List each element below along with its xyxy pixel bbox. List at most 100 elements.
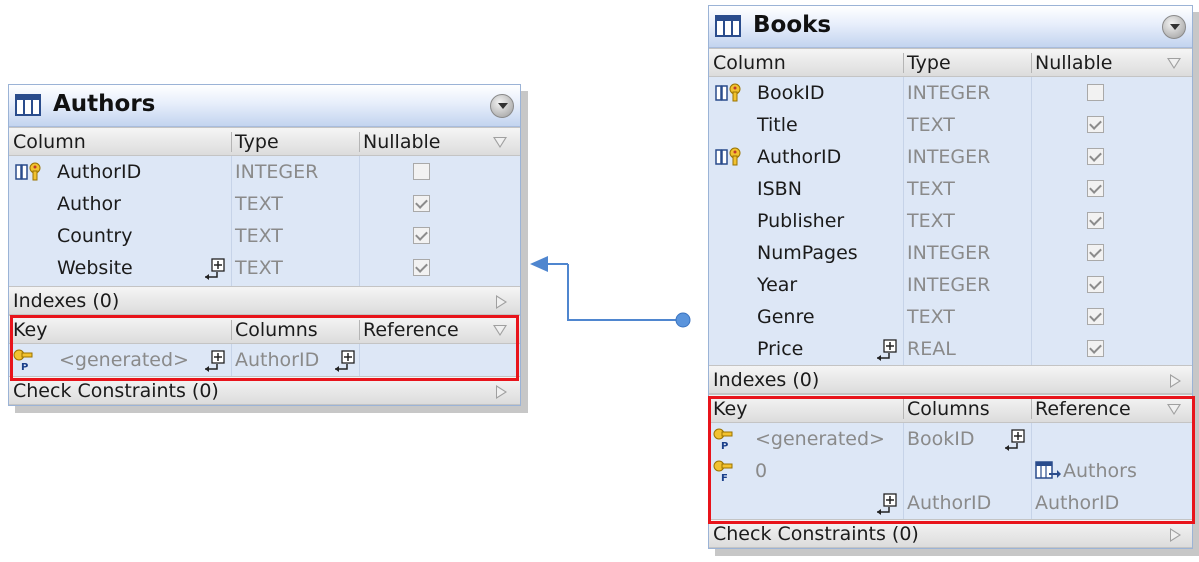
key-row[interactable]: P <generated> AuthorID [9,344,520,376]
columns-section-header[interactable]: Column Type Nullable [9,127,520,156]
key-columns[interactable]: AuthorID [907,492,991,514]
column-row[interactable]: Publisher TEXT [709,205,1192,237]
column-row[interactable]: Author TEXT [9,188,520,220]
key-reference-header[interactable]: Reference [1035,398,1131,420]
column-row[interactable]: Year INTEGER [709,269,1192,301]
section-expand-icon[interactable] [496,385,507,399]
nullable-checkbox[interactable] [1087,276,1104,293]
section-expand-icon[interactable] [496,295,507,309]
key-columns-header[interactable]: Columns [235,319,318,341]
nullable-checkbox[interactable] [1087,148,1104,165]
nullable-checkbox[interactable] [413,195,430,212]
nullable-checkbox[interactable] [413,227,430,244]
svg-text:F: F [721,473,728,482]
key-reference[interactable]: AuthorID [1035,492,1119,514]
column-name: Author [57,193,121,215]
table-name: Books [753,12,832,38]
column-name: Title [757,114,798,136]
key-columns[interactable]: BookID [907,428,975,450]
column-header[interactable]: Column [13,131,86,153]
section-collapse-icon[interactable] [493,137,507,148]
expand-icon[interactable] [875,339,899,361]
relationship-arrowhead [530,256,548,272]
authors-table-header[interactable]: Authors [9,85,520,127]
column-row[interactable]: AuthorID INTEGER [709,141,1192,173]
column-row[interactable]: Price REAL [709,333,1192,365]
check-constraints-section-header[interactable]: Check Constraints (0) [9,376,520,405]
books-table[interactable]: Books Column Type Nullable BookID INTEGE… [708,5,1195,549]
svg-text:P: P [721,441,728,450]
authors-columns-list: AuthorID INTEGER Author TEXT Country TEX… [9,156,520,286]
nullable-checkbox[interactable] [1087,308,1104,325]
table-name: Authors [53,91,156,117]
key-name[interactable]: <generated> [755,428,885,450]
column-type: INTEGER [907,146,991,168]
key-reference[interactable]: Authors [1063,460,1137,482]
nullable-checkbox[interactable] [1087,244,1104,261]
nullable-header[interactable]: Nullable [363,131,440,153]
keys-section-header[interactable]: Key Columns Reference [709,394,1192,423]
check-constraints-section-header[interactable]: Check Constraints (0) [709,519,1192,548]
section-expand-icon[interactable] [1170,528,1181,542]
column-name: Year [757,274,798,296]
key-columns[interactable]: AuthorID [235,349,319,371]
type-header[interactable]: Type [907,52,951,74]
collapse-button[interactable] [1162,15,1186,39]
nullable-header[interactable]: Nullable [1035,52,1112,74]
column-name: AuthorID [757,146,842,168]
column-row[interactable]: NumPages INTEGER [709,237,1192,269]
expand-icon[interactable] [1003,429,1027,451]
authors-table[interactable]: Authors Column Type Nullable AuthorID IN… [8,84,521,406]
column-row[interactable]: ISBN TEXT [709,173,1192,205]
column-name: Genre [757,306,815,328]
books-table-header[interactable]: Books [709,6,1192,48]
columns-section-header[interactable]: Column Type Nullable [709,48,1192,77]
key-name[interactable]: <generated> [59,349,189,371]
column-row[interactable]: Title TEXT [709,109,1192,141]
column-row[interactable]: AuthorID INTEGER [9,156,520,188]
indexes-label: Indexes (0) [713,369,820,391]
column-row[interactable]: BookID INTEGER [709,77,1192,109]
column-type: TEXT [235,257,283,279]
nullable-checkbox[interactable] [1087,84,1104,101]
keys-section-header[interactable]: Key Columns Reference [9,315,520,344]
section-collapse-icon[interactable] [493,325,507,336]
indexes-section-header[interactable]: Indexes (0) [709,365,1192,394]
column-header[interactable]: Column [713,52,786,74]
key-header[interactable]: Key [713,398,747,420]
check-constraints-label: Check Constraints (0) [713,523,919,545]
nullable-checkbox[interactable] [413,163,430,180]
authors-keys-list: P <generated> AuthorID [9,344,520,376]
relationship-line [567,264,680,321]
key-name[interactable]: 0 [755,460,767,482]
key-header[interactable]: Key [13,319,47,341]
section-collapse-icon[interactable] [1167,404,1181,415]
column-row[interactable]: Genre TEXT [709,301,1192,333]
expand-icon[interactable] [333,350,357,372]
column-name: AuthorID [57,161,142,183]
key-row[interactable]: P <generated> BookID [709,423,1192,455]
expand-icon[interactable] [203,258,227,280]
key-row[interactable]: AuthorID AuthorID [709,487,1192,519]
nullable-checkbox[interactable] [1087,180,1104,197]
referenced-table-icon [1035,461,1061,479]
column-row[interactable]: Country TEXT [9,220,520,252]
nullable-checkbox[interactable] [1087,340,1104,357]
expand-icon[interactable] [875,493,899,515]
column-type: TEXT [907,306,955,328]
key-columns-header[interactable]: Columns [907,398,990,420]
column-row[interactable]: Website TEXT [9,252,520,284]
type-header[interactable]: Type [235,131,279,153]
nullable-checkbox[interactable] [1087,116,1104,133]
section-collapse-icon[interactable] [1167,58,1181,69]
column-name: BookID [757,82,825,104]
collapse-button[interactable] [490,94,514,118]
indexes-section-header[interactable]: Indexes (0) [9,286,520,315]
key-row[interactable]: F 0 Authors [709,455,1192,487]
nullable-checkbox[interactable] [413,259,430,276]
key-reference-header[interactable]: Reference [363,319,459,341]
expand-icon[interactable] [203,350,227,372]
nullable-checkbox[interactable] [1087,212,1104,229]
relationship-endpoint [675,312,691,328]
section-expand-icon[interactable] [1170,374,1181,388]
